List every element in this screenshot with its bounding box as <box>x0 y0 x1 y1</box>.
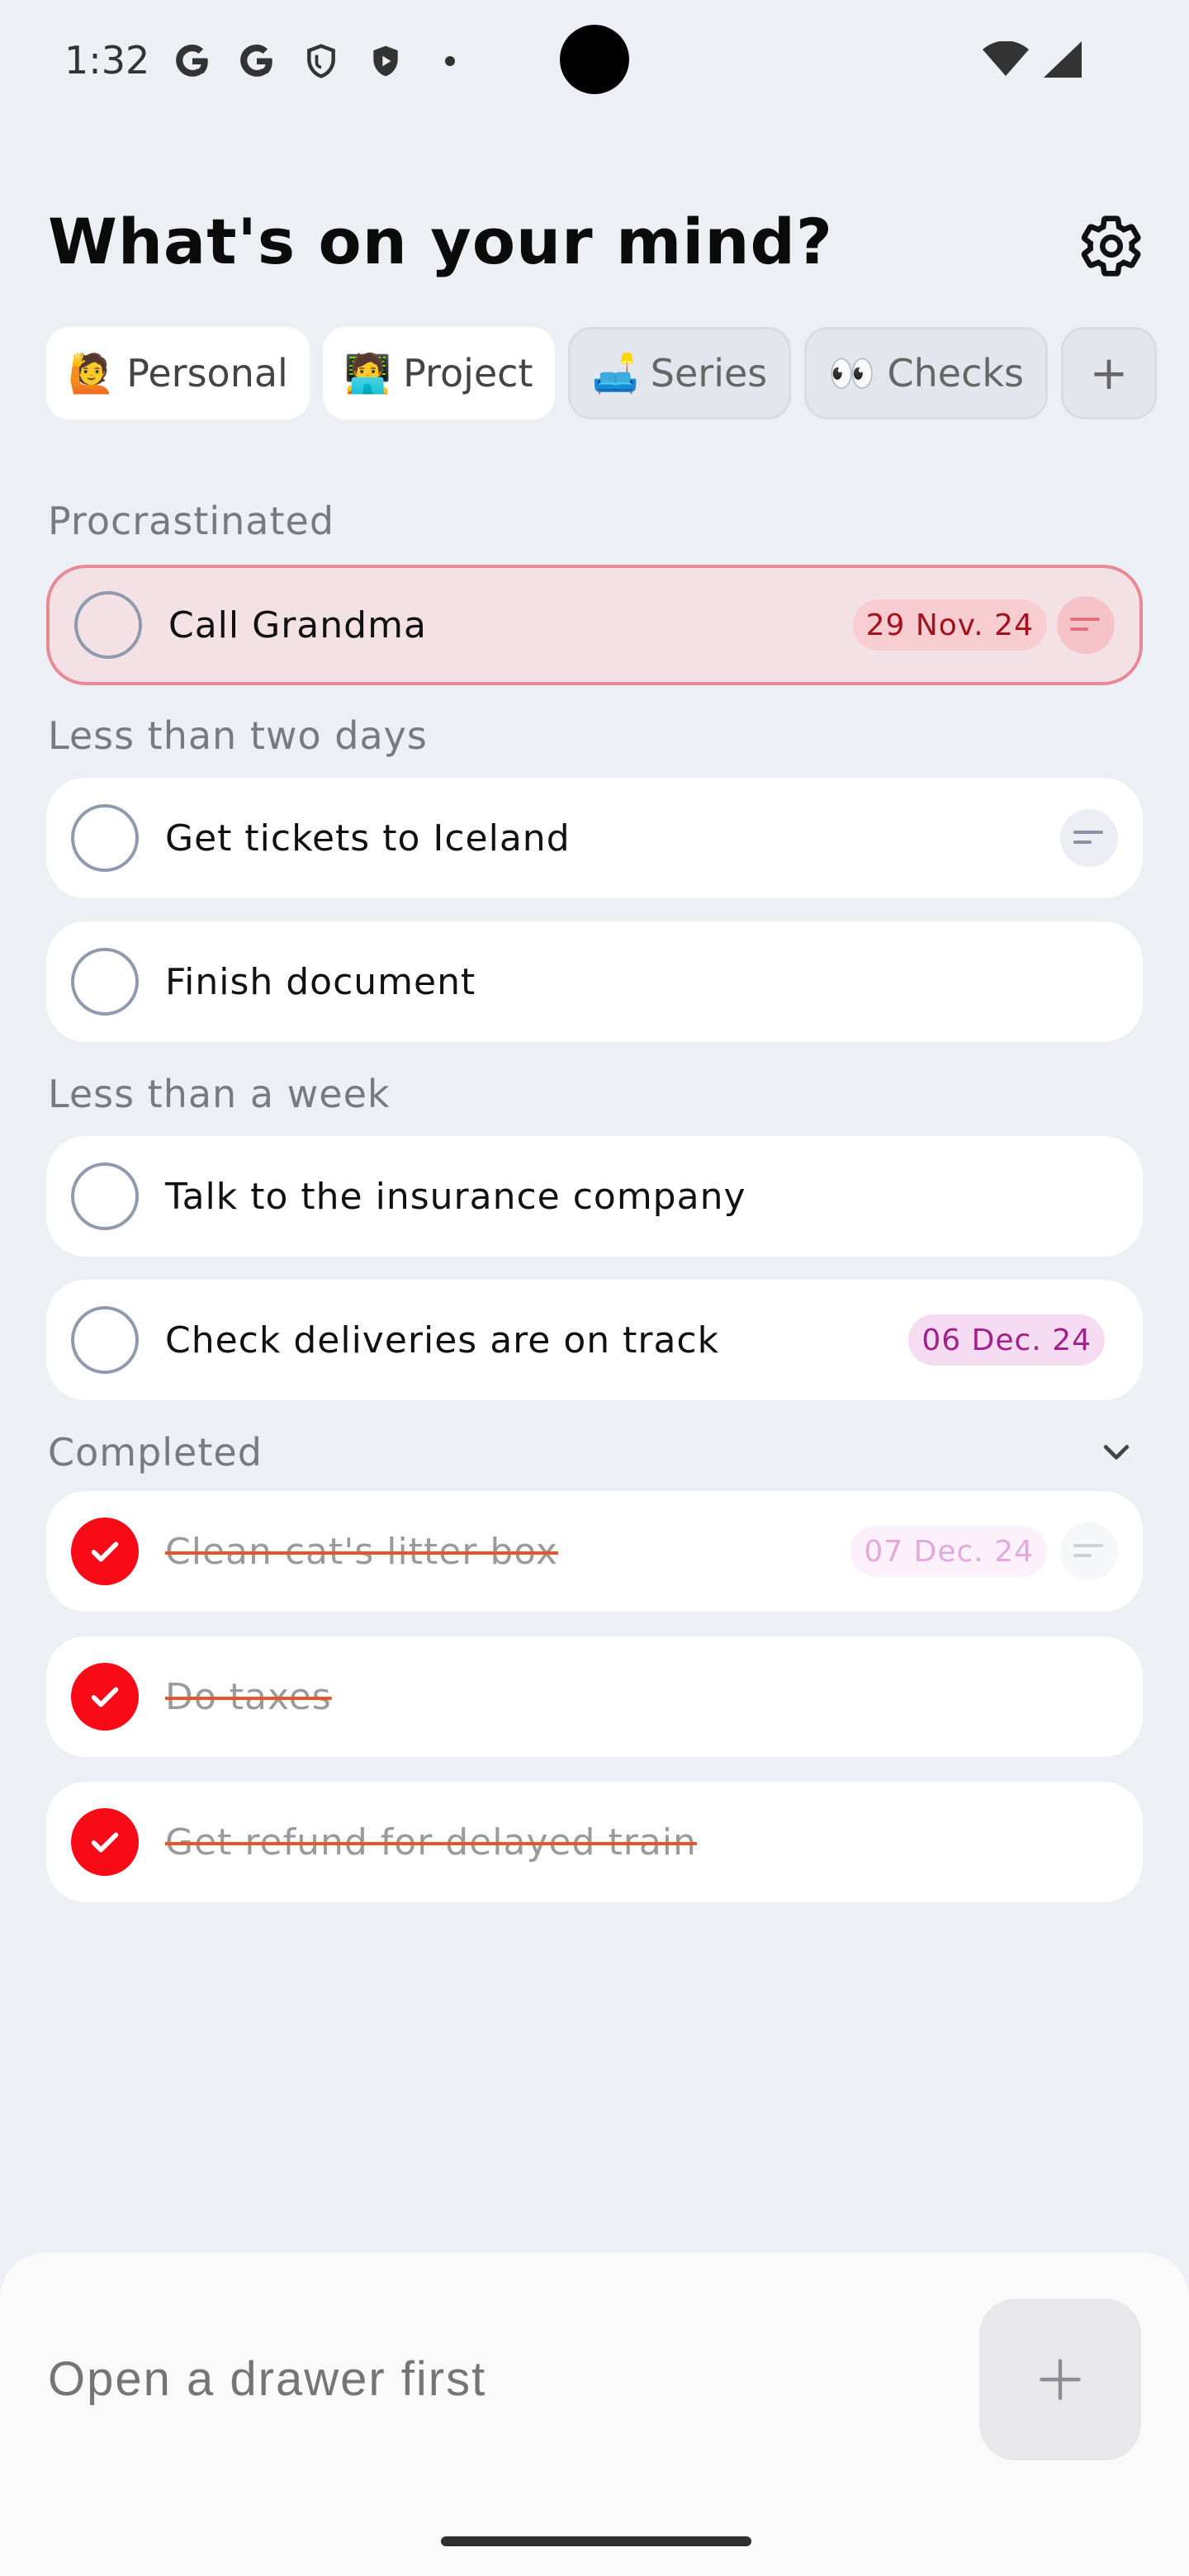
tab-label: Series <box>650 351 768 395</box>
wifi-icon <box>983 40 1029 81</box>
task-checkbox-checked[interactable] <box>71 1663 139 1731</box>
status-bar: 1:32 <box>0 0 1189 116</box>
task-title: Call Grandma <box>168 604 427 646</box>
add-drawer-button[interactable]: + <box>1061 327 1158 419</box>
shield-outline-icon <box>298 38 344 84</box>
gear-icon <box>1081 215 1141 277</box>
note-button[interactable] <box>1060 809 1118 867</box>
task-checkbox-checked[interactable] <box>71 1808 139 1876</box>
signal-icon <box>1044 41 1082 81</box>
tab-series[interactable]: 🛋️ Series <box>567 327 792 419</box>
raising-hand-emoji-icon: 🙋 <box>68 350 116 395</box>
plus-icon <box>1040 2359 1081 2400</box>
task-title: Get tickets to Iceland <box>165 817 571 859</box>
add-task-button[interactable] <box>979 2299 1141 2460</box>
task-checkbox[interactable] <box>71 804 139 872</box>
tab-checks[interactable]: 👀 Checks <box>804 327 1049 419</box>
notification-icons <box>169 38 473 84</box>
tab-label: Project <box>403 351 533 395</box>
task-refund[interactable]: Get refund for delayed train <box>46 1782 1143 1902</box>
technologist-emoji-icon: 🧑‍💻 <box>343 350 392 395</box>
task-checkbox[interactable] <box>71 1163 139 1230</box>
notes-icon <box>1070 618 1100 631</box>
system-icons <box>983 40 1082 81</box>
page-title: What's on your mind? <box>48 205 833 278</box>
section-title-week: Less than a week <box>48 1072 391 1116</box>
camera-cutout <box>560 25 629 94</box>
drawer-tabs: 🙋 Personal 🧑‍💻 Project 🛋️ Series 👀 Check… <box>46 327 1158 419</box>
due-date-badge: 07 Dec. 24 <box>850 1526 1047 1577</box>
task-iceland-tickets[interactable]: Get tickets to Iceland <box>46 778 1143 898</box>
note-button[interactable] <box>1060 1522 1118 1580</box>
status-time: 1:32 <box>64 38 150 83</box>
task-checkbox[interactable] <box>71 1306 139 1374</box>
tab-personal[interactable]: 🙋 Personal <box>46 327 310 419</box>
task-title: Do taxes <box>165 1675 332 1718</box>
task-taxes[interactable]: Do taxes <box>46 1636 1143 1757</box>
eyes-emoji-icon: 👀 <box>828 350 876 395</box>
checkmark-icon <box>91 1832 119 1853</box>
task-checkbox-checked[interactable] <box>71 1518 139 1585</box>
new-task-input[interactable] <box>48 2351 956 2407</box>
task-insurance[interactable]: Talk to the insurance company <box>46 1136 1143 1257</box>
due-date-badge: 29 Nov. 24 <box>852 599 1047 651</box>
task-title: Get refund for delayed train <box>165 1821 697 1863</box>
task-title: Talk to the insurance company <box>165 1175 746 1218</box>
couch-emoji-icon: 🛋️ <box>591 350 639 395</box>
tab-label: Personal <box>126 351 288 395</box>
home-indicator[interactable] <box>441 2536 751 2546</box>
task-checkbox[interactable] <box>71 948 139 1016</box>
task-call-grandma[interactable]: Call Grandma 29 Nov. 24 <box>46 565 1143 685</box>
task-checkbox[interactable] <box>74 591 142 659</box>
task-title: Clean cat's litter box <box>165 1530 558 1573</box>
notes-icon <box>1073 1544 1103 1557</box>
task-finish-document[interactable]: Finish document <box>46 921 1143 1042</box>
task-title: Finish document <box>165 960 476 1003</box>
plus-icon: + <box>1089 346 1129 400</box>
checkmark-icon <box>91 1687 119 1707</box>
settings-button[interactable] <box>1078 213 1144 279</box>
task-title: Check deliveries are on track <box>165 1319 720 1361</box>
section-title-completed: Completed <box>48 1430 263 1475</box>
task-litter-box[interactable]: Clean cat's litter box 07 Dec. 24 <box>46 1491 1143 1612</box>
section-title-two-days: Less than two days <box>48 713 428 758</box>
task-deliveries[interactable]: Check deliveries are on track 06 Dec. 24 <box>46 1280 1143 1400</box>
task-composer <box>0 2252 1189 2576</box>
section-title-procrastinated: Procrastinated <box>48 499 335 543</box>
shield-play-icon <box>362 38 409 84</box>
google-g-icon <box>169 38 216 84</box>
due-date-badge: 06 Dec. 24 <box>908 1314 1105 1366</box>
completed-collapse-button[interactable] <box>1098 1433 1135 1470</box>
checkmark-icon <box>91 1541 119 1562</box>
note-button[interactable] <box>1057 596 1115 654</box>
google-g-icon <box>234 38 280 84</box>
dot-icon <box>427 38 473 84</box>
tab-project[interactable]: 🧑‍💻 Project <box>322 327 555 419</box>
tab-label: Checks <box>887 351 1025 395</box>
notes-icon <box>1073 831 1103 844</box>
chevron-down-icon <box>1103 1445 1130 1460</box>
